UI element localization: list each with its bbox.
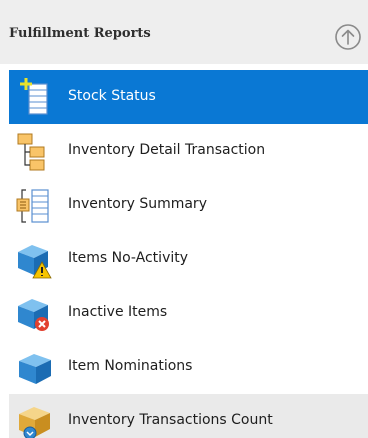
report-item-inventory-summary[interactable]: Inventory Summary (9, 178, 368, 232)
hierarchy-icon (16, 132, 56, 172)
panel-header: Fulfillment Reports (0, 0, 368, 64)
box-error-icon (16, 294, 56, 334)
report-item-label: Items No-Activity (68, 250, 189, 266)
add-list-icon (16, 78, 56, 118)
report-item-label: Inventory Detail Transaction (68, 142, 266, 158)
box-icon (16, 348, 56, 388)
box-transactions-icon (16, 402, 56, 438)
report-item-items-no-activity[interactable]: Items No-Activity (9, 232, 368, 286)
report-item-stock-status[interactable]: Stock Status (9, 70, 368, 124)
report-item-label: Stock Status (68, 88, 156, 104)
box-warning-icon (16, 240, 56, 280)
report-item-label: Inactive Items (68, 304, 168, 320)
report-item-label: Inventory Summary (68, 196, 207, 212)
report-item-inventory-transactions-count[interactable]: Inventory Transactions Count (9, 394, 368, 438)
report-item-label: Inventory Transactions Count (68, 412, 273, 428)
fulfillment-reports-panel: Fulfillment Reports Stock Status Invento… (0, 0, 368, 438)
report-item-item-nominations[interactable]: Item Nominations (9, 340, 368, 394)
report-item-label: Item Nominations (68, 358, 193, 374)
panel-title: Fulfillment Reports (9, 26, 151, 41)
report-item-inventory-detail-transaction[interactable]: Inventory Detail Transaction (9, 124, 368, 178)
summary-list-icon (16, 186, 56, 226)
report-item-inactive-items[interactable]: Inactive Items (9, 286, 368, 340)
collapse-arrow-up-icon[interactable] (334, 23, 362, 51)
